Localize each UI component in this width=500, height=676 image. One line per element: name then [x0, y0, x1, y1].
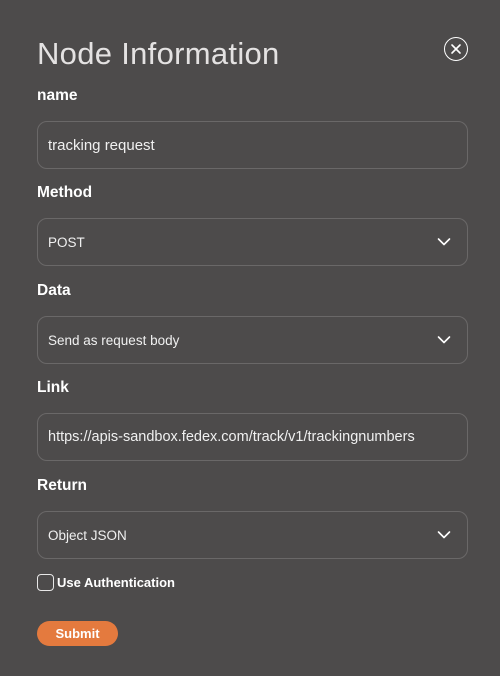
chevron-down-icon [437, 238, 451, 246]
use-authentication-checkbox[interactable] [37, 574, 54, 591]
data-label: Data [37, 282, 71, 299]
close-button[interactable] [444, 37, 468, 61]
data-select-value: Send as request body [48, 332, 180, 348]
name-label: name [37, 87, 78, 104]
link-label: Link [37, 379, 69, 396]
return-select-value: Object JSON [48, 527, 127, 543]
chevron-down-icon [437, 336, 451, 344]
dialog-title: Node Information [37, 36, 280, 71]
method-label: Method [37, 184, 93, 201]
use-authentication-label: Use Authentication [57, 575, 175, 590]
return-label: Return [37, 477, 87, 494]
return-select[interactable]: Object JSON [37, 511, 468, 559]
name-input-value: tracking request [48, 136, 155, 154]
use-authentication-toggle[interactable]: Use Authentication [37, 574, 175, 591]
link-input[interactable]: https://apis-sandbox.fedex.com/track/v1/… [37, 413, 468, 461]
link-input-value: https://apis-sandbox.fedex.com/track/v1/… [48, 429, 415, 445]
name-input[interactable]: tracking request [37, 121, 468, 169]
data-select[interactable]: Send as request body [37, 316, 468, 364]
chevron-down-icon [437, 531, 451, 539]
submit-button[interactable]: Submit [37, 621, 118, 646]
method-select-value: POST [48, 234, 85, 250]
method-select[interactable]: POST [37, 218, 468, 266]
close-icon [451, 44, 461, 54]
